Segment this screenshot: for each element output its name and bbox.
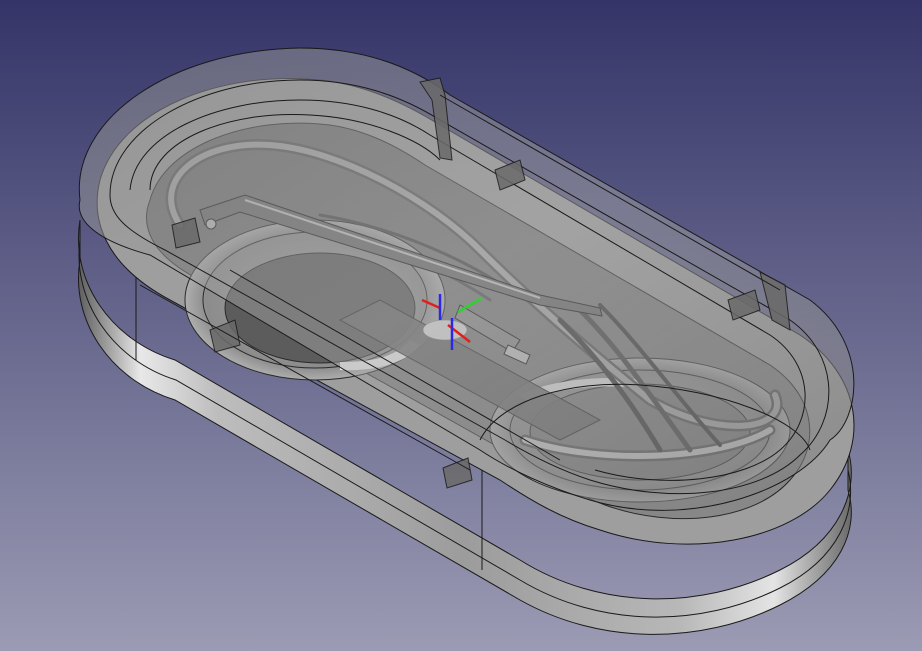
- 3d-viewport[interactable]: [0, 0, 922, 651]
- 3d-scene[interactable]: [0, 0, 922, 651]
